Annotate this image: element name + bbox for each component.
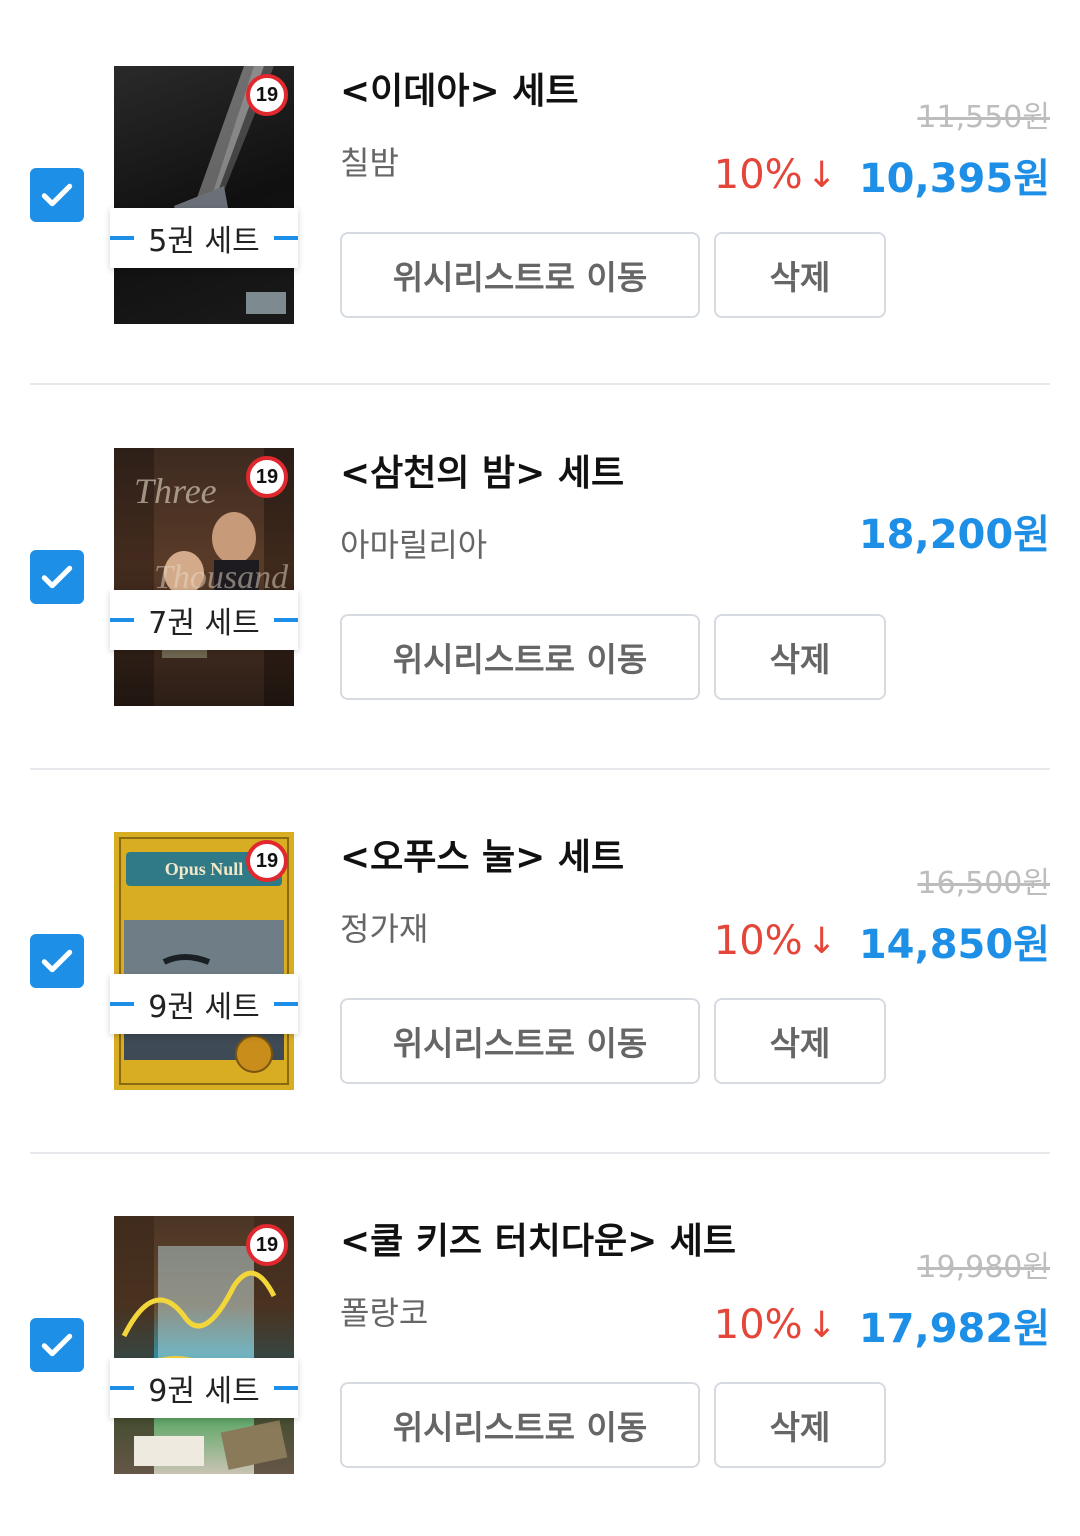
down-arrow-icon: ↓: [806, 920, 837, 962]
item-checkbox[interactable]: [30, 550, 84, 604]
delete-button[interactable]: 삭제: [714, 232, 886, 318]
cart-item: 19 9권 세트 <쿨 키즈 터치다운> 세트 폴랑코 19,980원 10% ↓…: [0, 1152, 1080, 1536]
item-checkbox[interactable]: [30, 168, 84, 222]
check-icon: [41, 1333, 73, 1357]
set-count-text: 9권 세트: [148, 1374, 260, 1409]
original-price: 16,500원: [917, 866, 1050, 901]
book-cover[interactable]: 19: [114, 1216, 294, 1474]
move-to-wishlist-button[interactable]: 위시리스트로 이동: [340, 1382, 700, 1468]
book-cover[interactable]: Three Thousand 19: [114, 448, 294, 706]
band-dash: [110, 236, 134, 240]
age-rating-badge: 19: [246, 74, 288, 116]
delete-button[interactable]: 삭제: [714, 1382, 886, 1468]
discount-rate: 10% ↓: [714, 1302, 837, 1348]
move-to-wishlist-button[interactable]: 위시리스트로 이동: [340, 232, 700, 318]
move-to-wishlist-button[interactable]: 위시리스트로 이동: [340, 998, 700, 1084]
price-row: 18,200원: [837, 502, 1050, 560]
svg-text:Three: Three: [134, 471, 217, 511]
band-dash: [110, 1386, 134, 1390]
age-rating-badge: 19: [246, 1224, 288, 1266]
age-rating-badge: 19: [246, 456, 288, 498]
set-count-label: 5권 세트: [110, 208, 298, 268]
discount-rate: 10% ↓: [714, 152, 837, 198]
item-author: 폴랑코: [340, 1294, 429, 1332]
item-title[interactable]: <삼천의 밤> 세트: [340, 444, 624, 496]
check-icon: [41, 565, 73, 589]
item-title[interactable]: <이데아> 세트: [340, 62, 578, 114]
sale-price: 14,850원: [858, 922, 1050, 968]
item-title[interactable]: <오푸스 눌> 세트: [340, 828, 624, 880]
band-dash: [110, 1002, 134, 1006]
price-row: 10% ↓ 17,982원: [714, 1296, 1050, 1354]
band-dash: [274, 618, 298, 622]
set-count-label: 9권 세트: [110, 1358, 298, 1418]
set-count-text: 5권 세트: [148, 224, 260, 259]
set-count-label: 9권 세트: [110, 974, 298, 1034]
item-checkbox[interactable]: [30, 934, 84, 988]
discount-text: 10%: [713, 918, 803, 964]
item-author: 정가재: [340, 910, 429, 948]
set-count-label: 7권 세트: [110, 590, 298, 650]
discount-text: 10%: [713, 152, 803, 198]
item-checkbox[interactable]: [30, 1318, 84, 1372]
sale-price: 17,982원: [858, 1306, 1050, 1352]
band-dash: [274, 1386, 298, 1390]
book-cover[interactable]: 19: [114, 66, 294, 324]
original-price: 19,980원: [917, 1250, 1050, 1285]
item-title[interactable]: <쿨 키즈 터치다운> 세트: [340, 1212, 736, 1264]
band-dash: [274, 236, 298, 240]
band-dash: [110, 618, 134, 622]
band-dash: [274, 1002, 298, 1006]
delete-button[interactable]: 삭제: [714, 614, 886, 700]
sale-price: 18,200원: [858, 512, 1050, 558]
item-author: 아마릴리아: [340, 526, 488, 564]
discount-text: 10%: [713, 1302, 803, 1348]
check-icon: [41, 949, 73, 973]
discount-rate: 10% ↓: [714, 918, 837, 964]
down-arrow-icon: ↓: [806, 1304, 837, 1346]
check-icon: [41, 183, 73, 207]
cart-item: Three Thousand 19 7권 세트 <삼천의 밤> 세트 아마릴리아…: [0, 384, 1080, 768]
price-row: 10% ↓ 14,850원: [714, 912, 1050, 970]
price-row: 10% ↓ 10,395원: [714, 146, 1050, 204]
set-count-text: 9권 세트: [148, 990, 260, 1025]
cart-item: Opus Null 19 9권 세트 <오푸스 눌> 세트 정가재 16,500…: [0, 768, 1080, 1152]
delete-button[interactable]: 삭제: [714, 998, 886, 1084]
down-arrow-icon: ↓: [806, 154, 837, 196]
book-cover[interactable]: Opus Null 19: [114, 832, 294, 1090]
cart-item: 19 5권 세트 <이데아> 세트 칠밤 11,550원 10% ↓ 10,395…: [0, 0, 1080, 384]
sale-price: 10,395원: [858, 156, 1050, 202]
move-to-wishlist-button[interactable]: 위시리스트로 이동: [340, 614, 700, 700]
set-count-text: 7권 세트: [148, 606, 260, 641]
original-price: 11,550원: [917, 100, 1050, 135]
item-author: 칠밤: [340, 144, 399, 182]
age-rating-badge: 19: [246, 840, 288, 882]
